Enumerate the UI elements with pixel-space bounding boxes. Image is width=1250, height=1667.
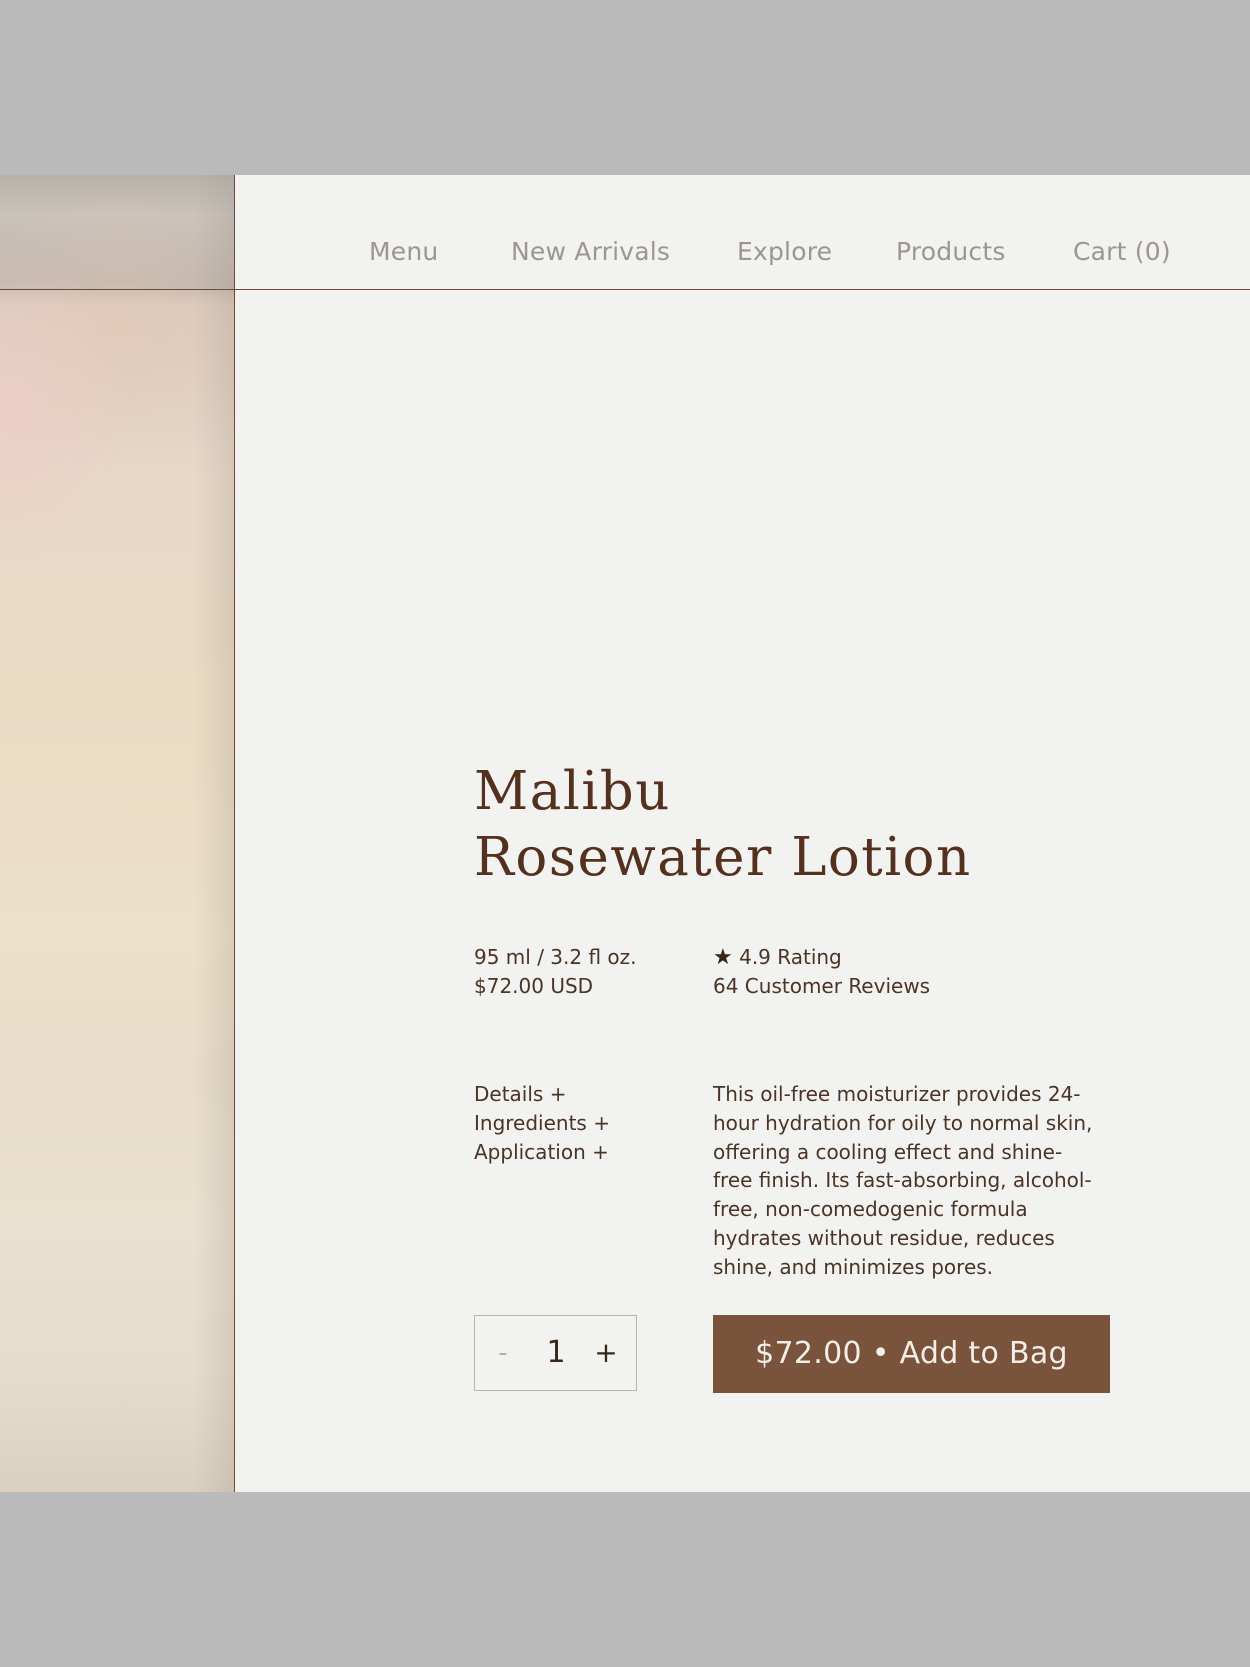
- top-navigation: Menu New Arrivals Explore Products Cart …: [0, 237, 1250, 267]
- nav-item-explore[interactable]: Explore: [737, 237, 832, 266]
- product-size: 95 ml / 3.2 fl oz.: [474, 945, 637, 969]
- nav-item-products[interactable]: Products: [896, 237, 1006, 266]
- quantity-stepper: - 1 +: [474, 1315, 637, 1391]
- nav-item-cart[interactable]: Cart (0): [1073, 237, 1171, 266]
- accordion-ingredients[interactable]: Ingredients +: [474, 1109, 610, 1138]
- product-size-price: 95 ml / 3.2 fl oz. $72.00 USD: [474, 943, 637, 1001]
- product-rating: 4.9 Rating: [739, 945, 842, 969]
- product-price: $72.00 USD: [474, 974, 594, 998]
- quantity-decrease-button[interactable]: -: [489, 1316, 517, 1390]
- quantity-value[interactable]: 1: [531, 1316, 581, 1390]
- vertical-divider: [234, 175, 235, 1492]
- product-description: This oil-free moisturizer provides 24-ho…: [713, 1082, 1093, 1279]
- product-hero-image: [0, 175, 234, 1492]
- nav-item-new-arrivals[interactable]: New Arrivals: [511, 237, 670, 266]
- product-title: Malibu Rosewater Lotion: [474, 759, 972, 891]
- product-reviews[interactable]: 64 Customer Reviews: [713, 972, 930, 1001]
- header-divider: [0, 289, 1250, 290]
- nav-item-menu[interactable]: Menu: [369, 237, 438, 266]
- quantity-increase-button[interactable]: +: [589, 1316, 623, 1390]
- product-page: Menu New Arrivals Explore Products Cart …: [0, 175, 1250, 1492]
- star-icon: ★: [713, 945, 733, 970]
- accordion-application[interactable]: Application +: [474, 1138, 610, 1167]
- product-rating-block: ★ 4.9 Rating 64 Customer Reviews: [713, 943, 930, 1001]
- product-title-line1: Malibu: [474, 761, 671, 822]
- accordion-details[interactable]: Details +: [474, 1080, 610, 1109]
- product-accordion: Details + Ingredients + Application +: [474, 1080, 610, 1167]
- add-to-bag-button[interactable]: $72.00 • Add to Bag: [713, 1315, 1110, 1393]
- product-title-line2: Rosewater Lotion: [474, 827, 972, 888]
